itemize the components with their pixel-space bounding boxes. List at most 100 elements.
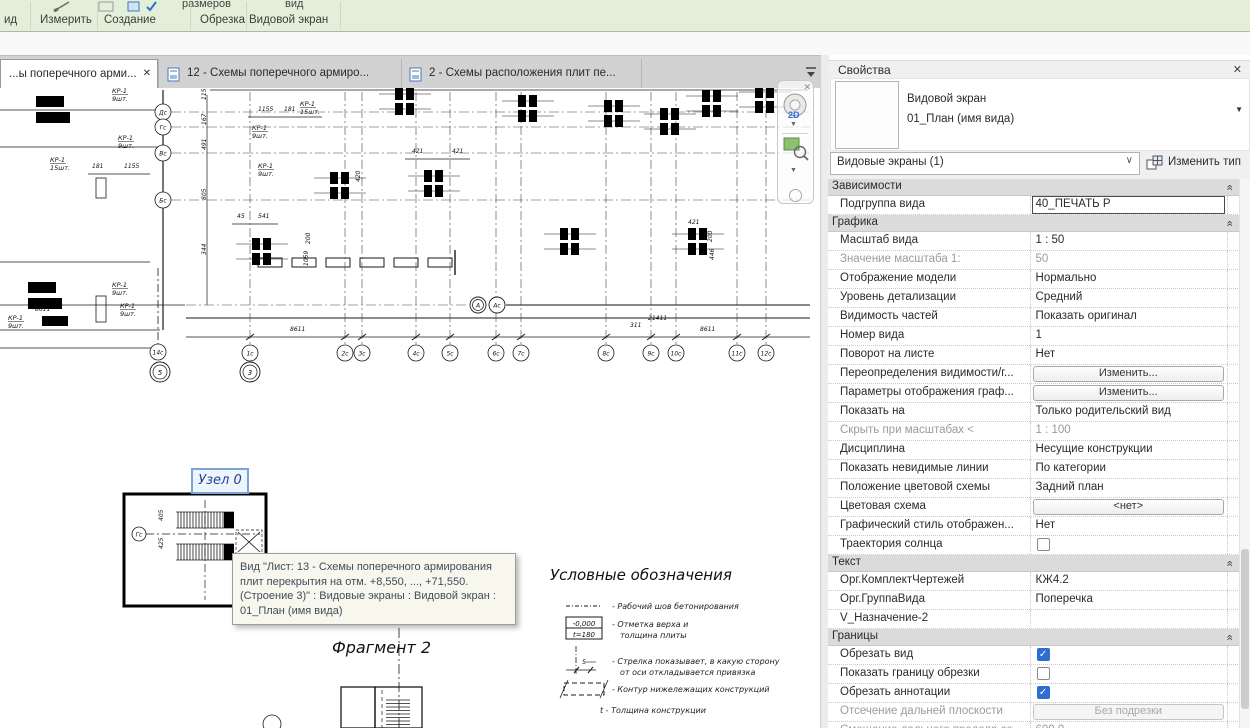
property-row: Обрезать вид ✓ [828,646,1240,665]
navbar-dropdown-icon[interactable]: ▼ [790,121,797,128]
property-value[interactable]: Только родительский вид [1029,403,1228,421]
property-value[interactable]: 1 : 50 [1029,232,1228,250]
svg-text:8611: 8611 [290,326,305,333]
svg-text:1155: 1155 [124,163,139,170]
tab-close-icon[interactable]: ✕ [143,68,151,79]
view-tab[interactable]: 12 - Схемы поперечного армиро... [158,59,402,89]
ribbon-panel-create[interactable]: Создание [104,14,156,26]
create-group-icons[interactable] [98,1,160,12]
options-bar [0,32,1250,55]
edit-type-button[interactable]: Изменить тип [1144,152,1248,174]
property-value[interactable]: Задний план [1029,479,1228,497]
property-value[interactable]: КЖ4.2 [1029,572,1228,590]
view-tab[interactable]: 2 - Схемы расположения плит пе... [401,59,642,89]
property-value[interactable]: 600,0 [1029,722,1228,728]
collapse-chevron-icon[interactable]: « [1221,634,1236,640]
view-tab-bar: ...ы поперечного арми... ✕ 12 - Схемы по… [0,55,828,90]
section-label: Графика [832,216,878,228]
property-edit-field[interactable]: 40_ПЕЧАТЬ Р [1031,196,1226,214]
collapse-chevron-icon[interactable]: « [1221,560,1236,566]
svg-text:167: 167 [201,113,208,125]
svg-text:5: 5 [158,369,163,377]
property-value[interactable]: Поперечка [1029,591,1228,609]
svg-text:толщина плиты: толщина плиты [620,631,687,640]
svg-text:1157: 1157 [201,88,208,100]
ribbon: размеров вид ид Измерить Создание Обрезк… [0,0,1250,32]
measure-icon[interactable] [52,1,72,12]
property-value[interactable]: 1 : 100 [1029,422,1228,440]
node-title-selected[interactable]: Узел 0 [191,468,249,494]
properties-close-icon[interactable]: ✕ [1233,63,1242,76]
property-button[interactable]: Изменить... [1032,366,1225,382]
property-label: Видимость частей [840,310,938,322]
svg-text:9шт.: 9шт. [112,289,128,297]
collapse-chevron-icon[interactable]: « [1221,220,1236,226]
property-checkbox[interactable]: ✓ [1036,686,1050,699]
steering-wheel-icon[interactable]: 2D [780,91,810,121]
svg-text:5с: 5с [446,351,454,358]
property-value[interactable]: Без подрезки [1029,703,1228,721]
property-checkbox[interactable] [1036,538,1050,551]
type-selector[interactable]: Видовой экран 01_План (имя вида) ▼ [830,78,1250,151]
property-row: Положение цветовой схемы Задний план [828,479,1240,498]
scrollbar-thumb[interactable] [1241,549,1249,709]
property-value[interactable]: Показать оригинал [1029,308,1228,326]
property-value[interactable] [1029,536,1228,554]
property-value[interactable]: Нет [1029,517,1228,535]
property-checkbox[interactable]: ✓ [1036,648,1050,661]
property-value[interactable]: ✓ [1029,684,1228,702]
property-value[interactable]: Средний [1029,289,1228,307]
property-value[interactable]: Изменить... [1029,384,1228,402]
svg-text:Ас: Ас [492,303,501,310]
property-button[interactable]: <нет> [1032,499,1225,515]
property-section-header[interactable]: Графика « [828,215,1240,232]
property-value[interactable]: <нет> [1029,498,1228,516]
property-checkbox[interactable] [1036,667,1050,680]
property-label: Показать на [840,405,905,417]
property-section-header[interactable]: Границы « [828,629,1240,646]
property-value[interactable]: ✓ [1029,646,1228,664]
property-button[interactable]: Изменить... [1032,385,1225,401]
section-label: Границы [832,630,878,642]
ribbon-panel-measure[interactable]: Измерить [40,14,92,26]
property-label: Дисциплина [840,443,906,455]
structural-plan-drawing: КР-19шт.КР-19шт.КР-115шт.КР-19шт.КР-19шт… [0,85,810,728]
svg-text:Бс: Бс [159,198,167,205]
navbar-more-icon[interactable] [789,189,802,202]
ribbon-panel-viewport[interactable]: Видовой экран [249,14,328,26]
properties-header[interactable]: Свойства ✕ [828,61,1250,78]
type-name: 01_План (имя вида) [907,113,1015,125]
property-value[interactable] [1029,610,1228,628]
property-value[interactable]: 50 [1029,251,1228,269]
collapse-chevron-icon[interactable]: « [1221,184,1236,190]
element-filter-combo[interactable]: Видовые экраны (1) ∨ [830,152,1140,175]
type-selector-dropdown-icon[interactable]: ▼ [1235,105,1243,114]
svg-text:9шт.: 9шт. [258,170,274,178]
drawing-canvas[interactable]: КР-1 9шт. КР-1 9шт. КР-1 15шт. КР-1 9шт. КР-1 9шт… [0,80,820,728]
tab-list-dropdown-icon[interactable] [804,66,818,78]
svg-text:КР-1: КР-1 [258,162,273,170]
property-section-header[interactable]: Текст « [828,555,1240,572]
properties-scrollbar[interactable] [1239,179,1250,728]
property-value[interactable]: По категории [1029,460,1228,478]
property-value[interactable]: 40_ПЕЧАТЬ Р [1029,196,1228,214]
property-row: Подгруппа вида 40_ПЕЧАТЬ Р [828,196,1240,215]
zoom-region-icon[interactable] [782,136,810,162]
svg-text:Гс: Гс [136,532,143,539]
section-label: Зависимости [832,180,902,192]
property-section-header[interactable]: Зависимости « [828,179,1240,196]
svg-text:405: 405 [158,509,165,521]
svg-text:Вс: Вс [159,151,167,158]
property-value[interactable]: 1 [1029,327,1228,345]
viewport-tooltip: Вид "Лист: 13 - Схемы поперечного армиро… [232,553,516,625]
view-tab-active[interactable]: ...ы поперечного арми... ✕ [0,59,158,90]
property-value[interactable]: Изменить... [1029,365,1228,383]
ribbon-panel-crop[interactable]: Обрезка [200,14,245,26]
navigation-bar[interactable]: ✕ 2D ▼ ▼ [777,80,814,204]
property-value[interactable]: Несущие конструкции [1029,441,1228,459]
property-value[interactable]: Нет [1029,346,1228,364]
navbar-dropdown-icon[interactable]: ▼ [790,167,797,174]
panel-separator [340,2,341,29]
property-value[interactable]: Нормально [1029,270,1228,288]
property-value[interactable] [1029,665,1228,683]
